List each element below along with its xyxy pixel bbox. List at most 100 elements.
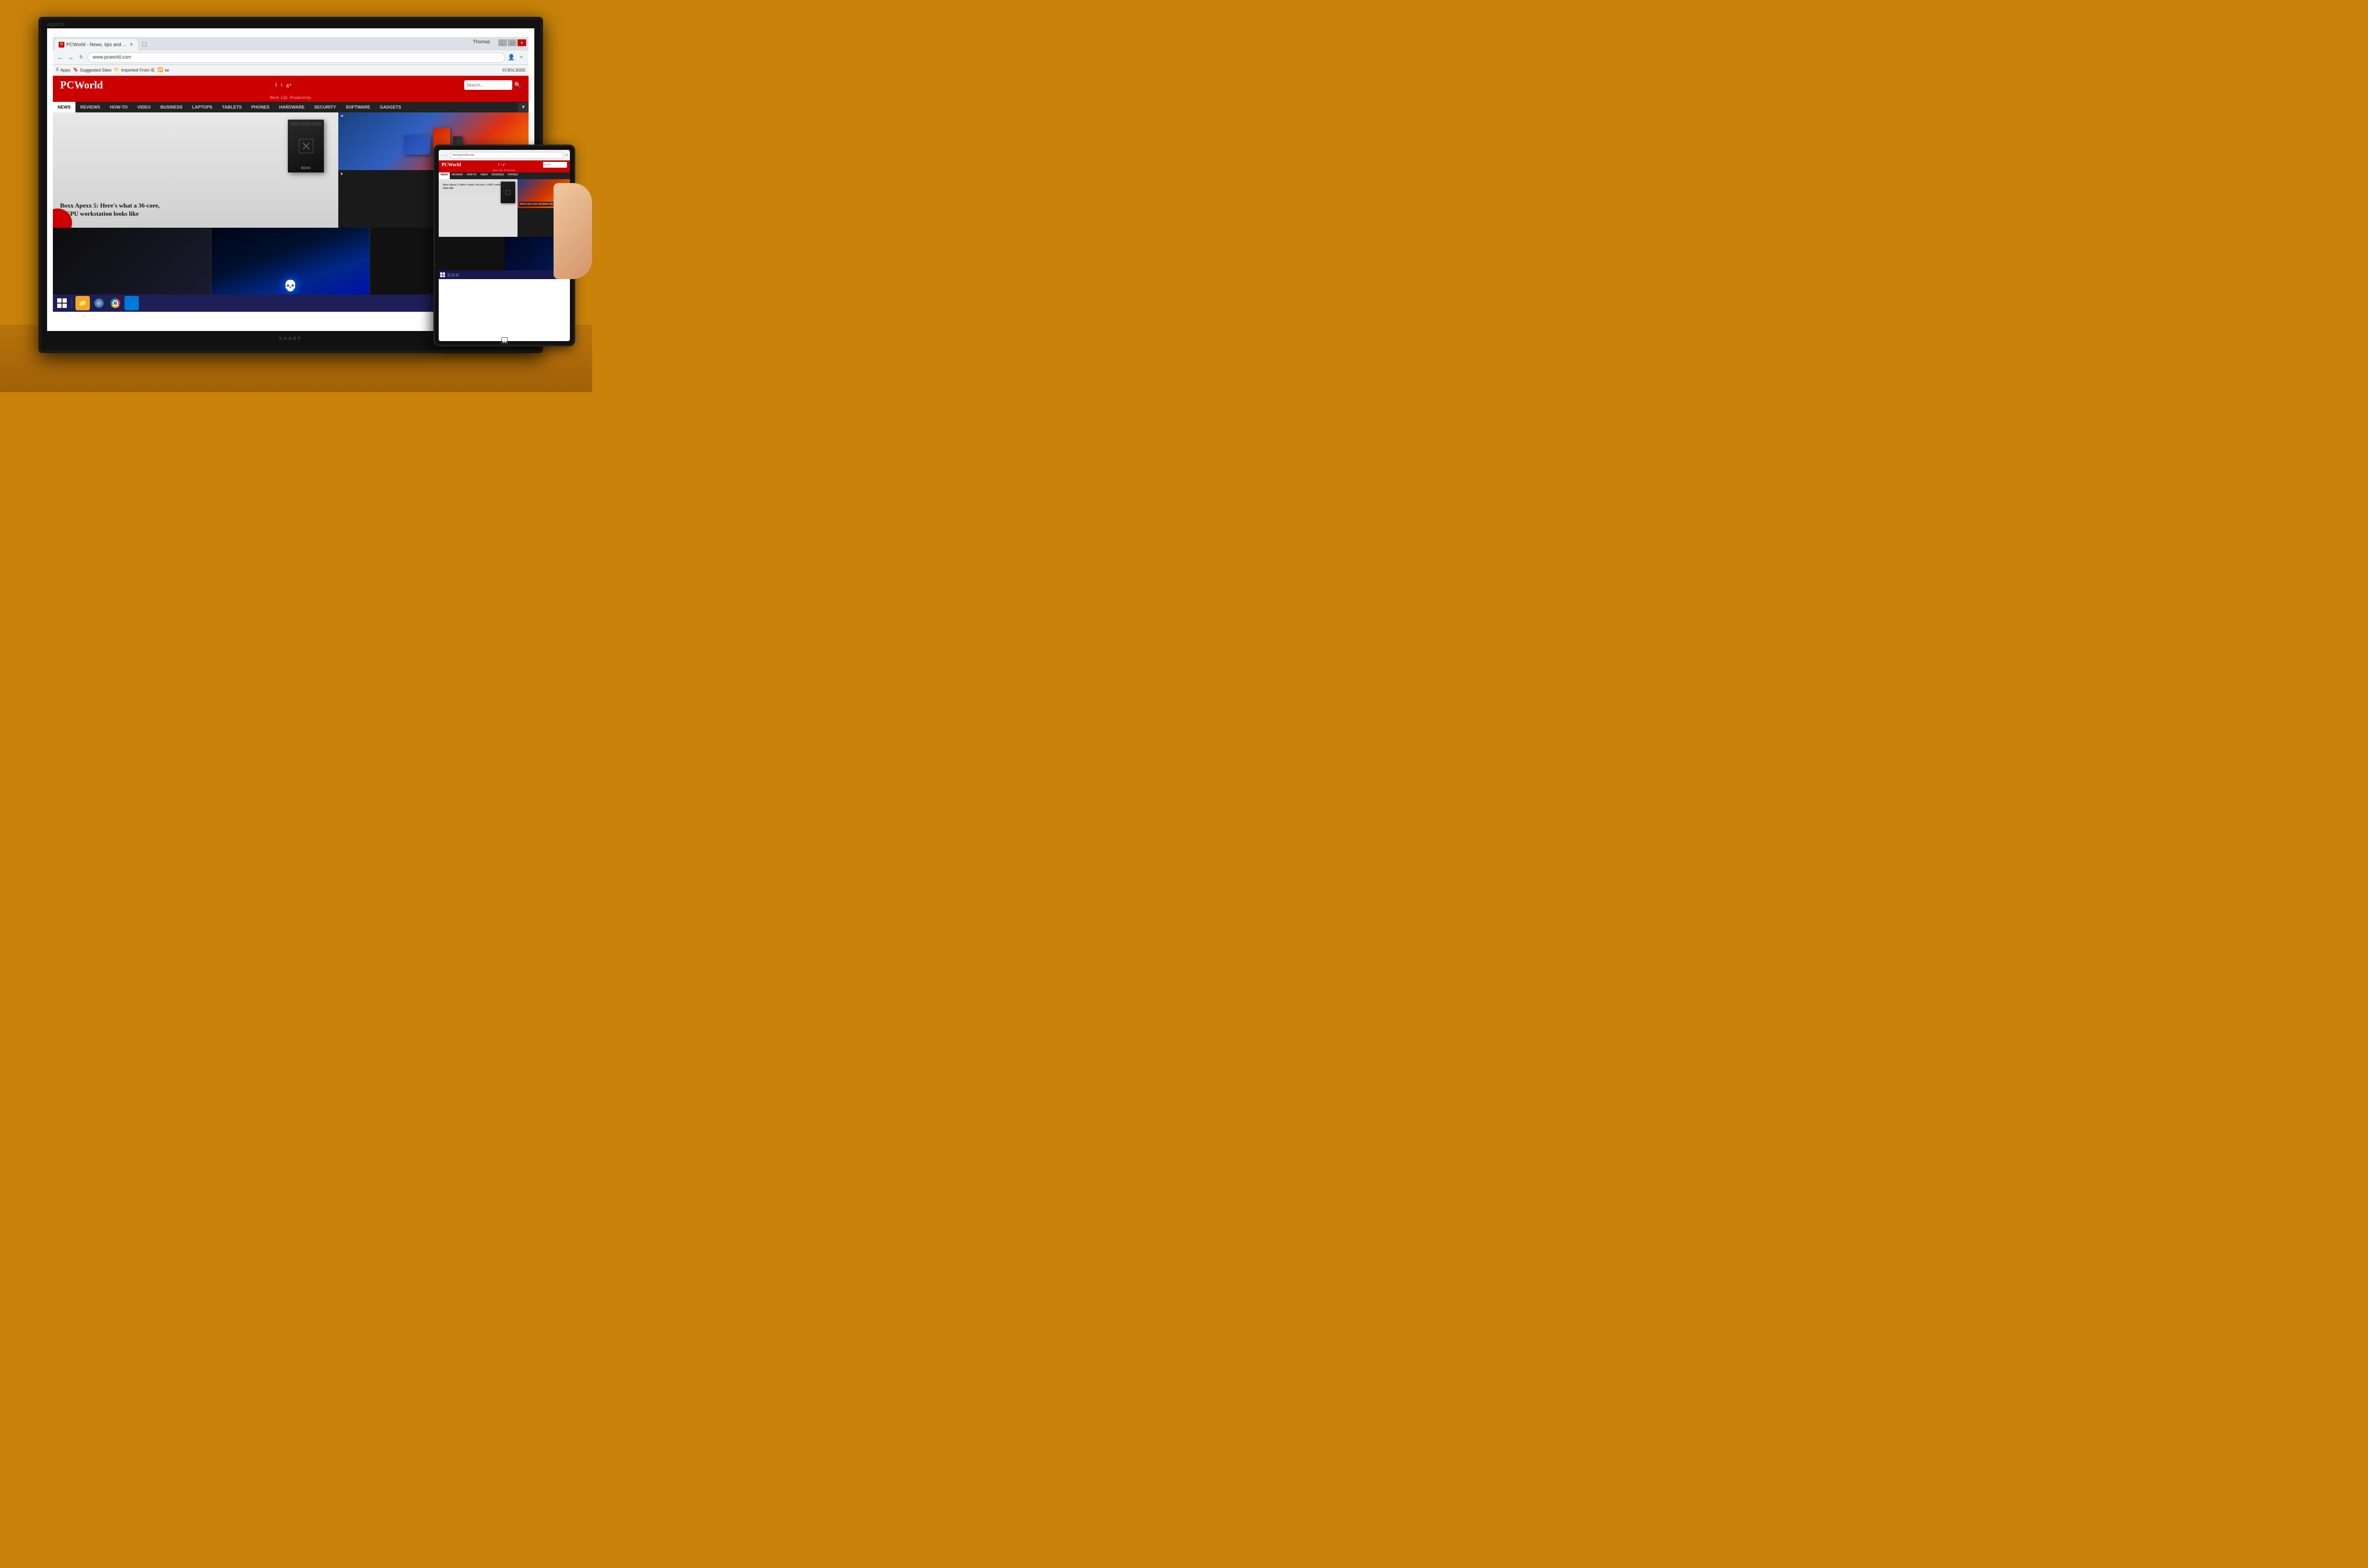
hand — [554, 183, 592, 279]
tablet-boxx-tower — [501, 182, 515, 203]
taskbar-settings-button[interactable]: ⚙ — [124, 296, 139, 310]
skull-icon: 💀 — [284, 280, 297, 292]
tab-close-button[interactable]: ✕ — [128, 42, 134, 48]
twitter-icon: t — [281, 82, 283, 88]
laptop-device — [404, 135, 431, 155]
forward-button[interactable]: → — [66, 53, 75, 62]
nav-laptops[interactable]: LAPTOPS — [187, 102, 217, 112]
maximize-button[interactable]: □ — [508, 39, 517, 46]
user-label: Thomas — [473, 39, 490, 45]
bookmark-suggested[interactable]: 🔖 Suggested Sites — [73, 67, 111, 73]
nav-phones[interactable]: PHONES — [247, 102, 274, 112]
tablet-pcworld-header: PCWorld f t g+ — [439, 160, 570, 169]
tablet-hero-section: Boxx Apexx 5: Here's what a 36-core, 5-G… — [439, 179, 518, 237]
search-icon: 🔍 — [514, 82, 521, 89]
address-bar[interactable]: www.pcworld.com — [87, 52, 505, 63]
tablet-wq2 — [443, 272, 445, 275]
new-tab-button[interactable]: □ — [139, 40, 149, 50]
tablet-bottom-art-1 — [439, 237, 505, 270]
tablet-main-content: Boxx Apexx 5: Here's what a 36-core, 5-G… — [439, 179, 570, 237]
tablet-nav-reviews[interactable]: REVIEWS — [450, 172, 465, 179]
boxx-text: BOXX — [301, 167, 311, 170]
hero-text-overlay: Boxx Apexx 5: Here's what a 36-core, 5-G… — [60, 202, 166, 218]
taskbar-folder-button[interactable]: 📁 — [75, 296, 90, 310]
tablet-nav-video[interactable]: VIDEO — [479, 172, 490, 179]
menu-icon[interactable]: ≡ — [517, 53, 526, 62]
bookmark-suggested-icon: 🔖 — [73, 67, 78, 73]
tablet-taskbar: ⊡ ⊡ ⊡ — [439, 270, 570, 279]
nav-howto[interactable]: HOW-TO — [105, 102, 133, 112]
bookmark-se[interactable]: 🔁 se — [158, 67, 169, 73]
steam-icon — [94, 298, 104, 308]
social-icons: f t g+ — [275, 82, 292, 88]
nav-bar: NEWS REVIEWS HOW-TO VIDEO BUSINESS LAPTO… — [53, 102, 529, 112]
browser-tab[interactable]: ⏻ PCWorld - News, tips and ... ✕ — [55, 39, 138, 50]
taskbar-chrome-button[interactable] — [108, 296, 123, 310]
tablet-pcworld-logo: PCWorld — [442, 162, 461, 168]
nav-news[interactable]: NEWS — [53, 102, 75, 112]
tablet-start-button[interactable] — [440, 272, 445, 277]
gear-icon: ⚙ — [127, 298, 136, 308]
folder-icon: 📁 — [78, 299, 86, 307]
folder-bookmark-icon: 📁 — [114, 67, 120, 73]
hero-headline: Boxx Apexx 5: Here's what a 36-core, 5-G… — [60, 202, 166, 218]
browser-chrome: ⏻ PCWorld - News, tips and ... ✕ □ Thoma… — [53, 37, 529, 76]
nav-tablets[interactable]: TABLETS — [217, 102, 247, 112]
minimize-button[interactable]: _ — [498, 39, 507, 46]
tablet-menu-icon[interactable]: ≡ — [566, 153, 568, 157]
nav-video[interactable]: VIDEO — [133, 102, 156, 112]
tablet-nav-business[interactable]: BUSINESS — [490, 172, 506, 179]
boxx-x-logo — [299, 139, 313, 153]
tablet-wq4 — [443, 275, 445, 278]
tablet-back-btn[interactable]: ← — [441, 153, 444, 157]
tablet-tagline: Work. Life. Productivity. — [439, 169, 570, 172]
nav-security[interactable]: SECURITY — [309, 102, 341, 112]
boxx-case: BOXX — [288, 120, 324, 172]
tablet-search-input[interactable] — [543, 162, 567, 168]
tq1 — [503, 339, 505, 341]
user-icon[interactable]: 👤 — [507, 53, 516, 62]
tablet-windows-button[interactable] — [501, 337, 508, 344]
tablet-social: f t g+ — [498, 163, 506, 166]
windows-start-button[interactable] — [56, 297, 68, 309]
facebook-icon: f — [275, 82, 277, 88]
tablet-container: ← → www.pcworld.com ≡ PCWorld f t g+ — [433, 145, 582, 351]
search-area: 🔍 — [464, 80, 521, 90]
bookmark-apps[interactable]: ⠿ Apps — [56, 67, 70, 73]
tablet-wq3 — [440, 275, 443, 278]
nav-reviews[interactable]: REVIEWS — [75, 102, 105, 112]
nav-gadgets[interactable]: GADGETS — [375, 102, 406, 112]
tablet-nav-news[interactable]: NEWS — [439, 172, 450, 179]
tq2 — [505, 339, 506, 341]
tq4 — [505, 341, 506, 343]
win-quad-1 — [57, 298, 62, 303]
tablet-address-bar[interactable]: www.pcworld.com — [450, 152, 564, 159]
tablet-nav-phones[interactable]: PHONES — [506, 172, 520, 179]
tablet-gp-icon: g+ — [503, 163, 506, 166]
tablet-nav-howto[interactable]: HOW-TO — [465, 172, 479, 179]
nav-software[interactable]: SOFTWARE — [341, 102, 375, 112]
tablet-win-logo — [503, 339, 506, 343]
nav-more-button[interactable]: ▼ — [518, 103, 529, 112]
tq3 — [503, 341, 505, 343]
tablet-tw-icon: t — [501, 163, 502, 166]
tablet-fwd-btn[interactable]: → — [445, 153, 448, 157]
win-quad-3 — [57, 304, 62, 308]
subscribe-label: SUBSCRIBE — [502, 68, 526, 73]
bookmark-se-icon: 🔁 — [158, 67, 163, 73]
nav-business[interactable]: BUSINESS — [156, 102, 187, 112]
nav-hardware[interactable]: HARDWARE — [274, 102, 309, 112]
taskbar-steam-button[interactable] — [92, 296, 106, 310]
close-button[interactable]: ✕ — [518, 39, 526, 46]
bookmark-imported[interactable]: 📁 Imported From IE — [114, 67, 155, 73]
boxx-tower-visual: BOXX — [288, 120, 324, 172]
bookmarks-bar: ⠿ Apps 🔖 Suggested Sites 📁 Imported From… — [53, 65, 529, 75]
window-controls: _ □ ✕ — [498, 39, 526, 46]
tablet-screen: ← → www.pcworld.com ≡ PCWorld f t g+ — [439, 150, 570, 341]
tablet-nav: NEWS REVIEWS HOW-TO VIDEO BUSINESS PHONE… — [439, 172, 570, 179]
search-input[interactable] — [464, 80, 512, 90]
toolbar-right: 👤 ≡ — [507, 53, 526, 62]
back-button[interactable]: ← — [56, 53, 64, 62]
refresh-button[interactable]: ↻ — [77, 53, 86, 62]
tablet-nav-btns: ← → — [441, 153, 448, 157]
